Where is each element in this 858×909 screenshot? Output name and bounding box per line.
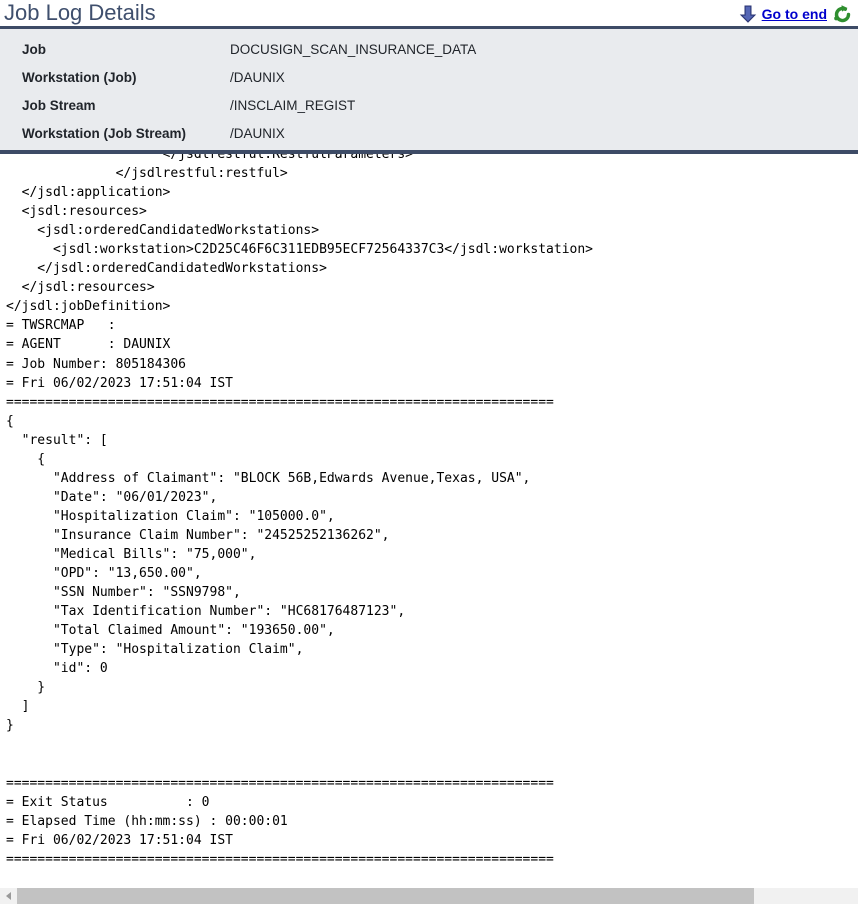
- refresh-icon[interactable]: [832, 3, 854, 25]
- job-value: DOCUSIGN_SCAN_INSURANCE_DATA: [230, 41, 477, 57]
- workstation-job-stream-label: Workstation (Job Stream): [22, 125, 187, 141]
- job-info-table: Job DOCUSIGN_SCAN_INSURANCE_DATA Worksta…: [22, 35, 476, 147]
- table-row: Workstation (Job) /DAUNIX: [22, 63, 476, 91]
- job-stream-value: /INSCLAIM_REGIST: [230, 97, 356, 113]
- horizontal-scrollbar[interactable]: [0, 880, 858, 909]
- table-row: Workstation (Job Stream) /DAUNIX: [22, 119, 476, 147]
- job-stream-label: Job Stream: [22, 97, 96, 113]
- title-bar: Job Log Details Go to end: [0, 0, 858, 29]
- scroll-left-arrow-icon[interactable]: [2, 888, 16, 904]
- job-log-scroll-region[interactable]: </jsdlrestful:RestfulParameters> </jsdlr…: [0, 154, 858, 880]
- workstation-job-label: Workstation (Job): [22, 69, 137, 85]
- job-log-text: </jsdlrestful:RestfulParameters> </jsdlr…: [6, 154, 593, 867]
- table-row: Job DOCUSIGN_SCAN_INSURANCE_DATA: [22, 35, 476, 63]
- job-label: Job: [22, 41, 47, 57]
- table-row: Job Stream /INSCLAIM_REGIST: [22, 91, 476, 119]
- job-info-panel: Job DOCUSIGN_SCAN_INSURANCE_DATA Worksta…: [0, 29, 858, 154]
- down-arrow-icon[interactable]: [739, 4, 757, 24]
- go-to-end-link[interactable]: Go to end: [762, 3, 827, 25]
- title-actions: Go to end: [739, 1, 854, 27]
- workstation-job-stream-value: /DAUNIX: [230, 125, 285, 141]
- page-title: Job Log Details: [4, 0, 156, 25]
- workstation-job-value: /DAUNIX: [230, 69, 285, 85]
- scrollbar-thumb[interactable]: [17, 888, 754, 904]
